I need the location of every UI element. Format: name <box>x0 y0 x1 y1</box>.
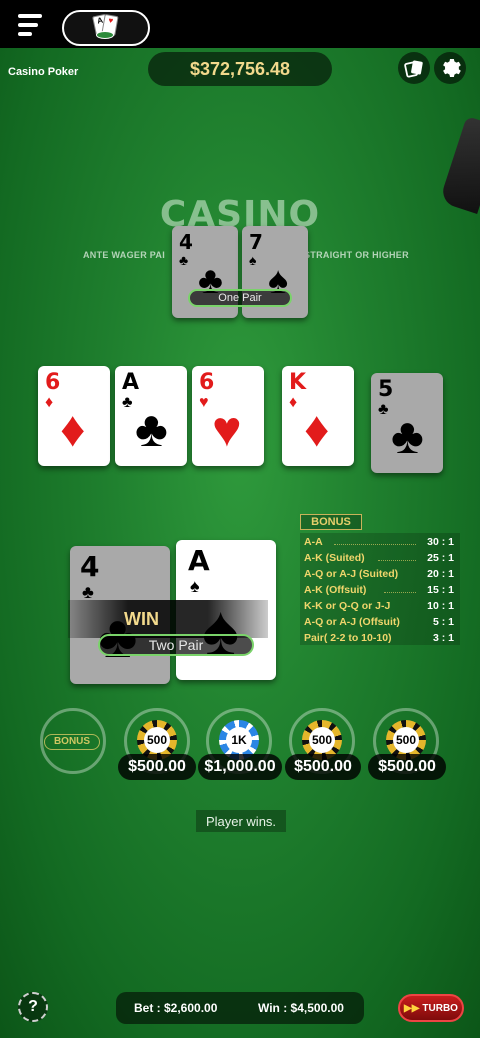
cards-icon: A ♥ <box>92 13 120 41</box>
paytable-row: Pair( 2-2 to 10-10) 3 : 1 <box>304 632 454 644</box>
turbo-button[interactable]: ▶▶ TURBO <box>398 994 464 1022</box>
dealer-hand-label: One Pair <box>188 289 292 307</box>
paytable-row: A-A 30 : 1 <box>304 536 454 548</box>
help-button[interactable]: ? <box>18 992 48 1022</box>
gear-icon <box>443 59 461 77</box>
community-card-2: A ♣ ♣ <box>115 366 187 466</box>
bet-amount-2: $1,000.00 <box>198 754 282 780</box>
card-history-icon <box>404 60 423 78</box>
paytable-row: A-K (Offsuit) 15 : 1 <box>304 584 454 596</box>
community-card-4: K ♦ ♦ <box>282 366 354 466</box>
community-card-5: 5 ♣ ♣ <box>371 373 443 473</box>
app-title: Casino Poker <box>8 66 79 78</box>
player-hand-label: Two Pair <box>98 634 254 656</box>
bet-win-panel: Bet : $2,600.00 Win : $4,500.00 <box>116 992 364 1024</box>
bet-amount-4: $500.00 <box>368 754 446 780</box>
rule-right-text: STRAIGHT OR HIGHER <box>304 250 409 260</box>
turbo-label: TURBO <box>422 1002 458 1014</box>
status-message: Player wins. <box>196 810 286 832</box>
paytable-row: A-Q or A-J (Offsuit) 5 : 1 <box>304 616 454 628</box>
bet-amount-3: $500.00 <box>285 754 361 780</box>
paytable-row: K-K or Q-Q or J-J 10 : 1 <box>304 600 454 612</box>
settings-button[interactable] <box>434 52 466 84</box>
bet-amount-1: $500.00 <box>118 754 196 780</box>
balance-display: $372,756.48 <box>148 52 332 86</box>
community-card-1: 6 ♦ ♦ <box>38 366 110 466</box>
paytable-row: A-K (Suited) 25 : 1 <box>304 552 454 564</box>
bonus-paytable-title: BONUS <box>300 514 362 530</box>
win-banner: WIN <box>68 600 268 638</box>
table-logo: CASINO <box>159 194 321 235</box>
paytable-row: A-Q or A-J (Suited) 20 : 1 <box>304 568 454 580</box>
total-bet: Bet : $2,600.00 <box>134 1001 218 1015</box>
menu-icon[interactable] <box>18 14 44 36</box>
bonus-paytable: A-A 30 : 1 A-K (Suited) 25 : 1 A-Q or A-… <box>300 533 460 645</box>
card-history-button[interactable] <box>398 52 430 84</box>
rule-left-text: ANTE WAGER PAI <box>83 250 166 260</box>
bonus-bet-label: BONUS <box>44 734 100 750</box>
fast-forward-icon: ▶▶ <box>404 1002 420 1014</box>
top-bar: A ♥ <box>0 0 480 48</box>
community-card-3: 6 ♥ ♥ <box>192 366 264 466</box>
total-win: Win : $4,500.00 <box>258 1001 344 1015</box>
game-select-button[interactable]: A ♥ <box>62 10 150 46</box>
